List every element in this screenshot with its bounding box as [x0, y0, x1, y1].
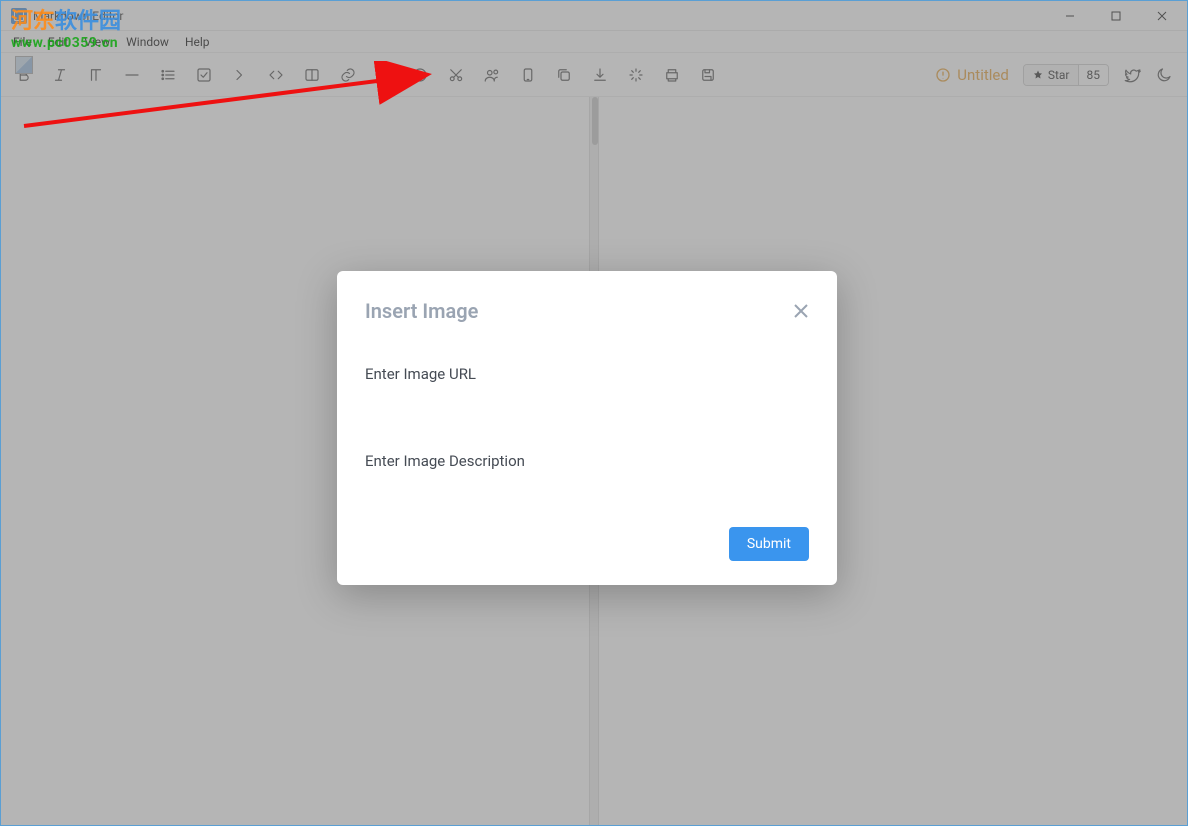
modal-title: Insert Image [365, 299, 478, 323]
close-icon [793, 303, 809, 319]
image-url-input[interactable]: Enter Image URL [365, 353, 809, 396]
image-description-input[interactable]: Enter Image Description [365, 440, 809, 483]
modal-close-button[interactable] [793, 303, 809, 319]
insert-image-modal: Insert Image Enter Image URL Enter Image… [337, 271, 837, 585]
app-window: Markdown Editor File Edit View Window He… [0, 0, 1188, 826]
submit-button[interactable]: Submit [729, 527, 809, 561]
